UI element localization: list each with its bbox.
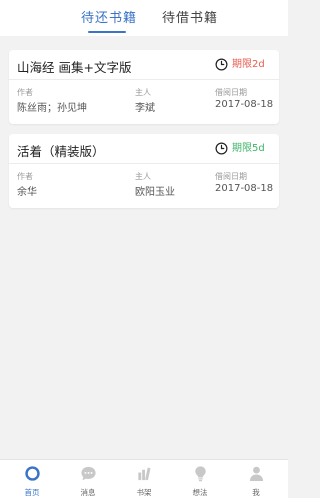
active-tab-indicator [88,31,126,33]
nav-item-messages[interactable]: 消息 [68,460,108,498]
owner-value: 李斌 [135,103,155,114]
clock-icon [215,58,228,71]
author-value: 余华 [17,187,37,198]
card-divider [9,79,279,80]
borrow-date-label: 借阅日期 [215,88,247,97]
nav-label: 我 [252,488,260,497]
nav-label: 首页 [24,488,40,497]
due-badge: 期限2d [232,59,265,70]
nav-label: 想法 [192,488,208,497]
top-tab-bar: 待还书籍 待借书籍 [0,0,288,36]
owner-value: 欧阳玉业 [135,187,175,198]
nav-label: 书架 [136,488,152,497]
borrow-date-label: 借阅日期 [215,172,247,181]
user-icon [249,466,264,482]
nav-item-bookshelf[interactable]: 书架 [124,460,164,498]
nav-item-ideas[interactable]: 想法 [180,460,220,498]
borrow-date-value: 2017-08-18 [215,183,274,194]
owner-label: 主人 [135,172,151,181]
due-badge: 期限5d [232,143,265,154]
chat-bubble-icon [81,466,96,481]
book-card[interactable]: 山海经 画集+文字版 期限2d 作者 陈丝雨；孙见坤 主人 李斌 借阅日期 20… [9,50,279,124]
nav-item-home[interactable]: 首页 [12,460,52,498]
clock-icon [215,142,228,155]
author-label: 作者 [17,172,33,181]
book-title: 活着（精装版） [17,144,105,159]
lightbulb-icon [195,466,206,482]
bookshelf-icon [138,467,151,481]
book-card[interactable]: 活着（精装版） 期限5d 作者 余华 主人 欧阳玉业 借阅日期 2017-08-… [9,134,279,208]
author-label: 作者 [17,88,33,97]
nav-label: 消息 [80,488,96,497]
nav-item-me[interactable]: 我 [236,460,276,498]
owner-label: 主人 [135,88,151,97]
card-divider [9,163,279,164]
author-value: 陈丝雨；孙见坤 [17,103,87,114]
bottom-nav-bar: 首页 消息 书架 想法 我 [0,459,288,498]
tab-pending-return[interactable]: 待还书籍 [81,11,137,26]
tab-pending-borrow[interactable]: 待借书籍 [162,11,218,26]
book-title: 山海经 画集+文字版 [17,60,132,75]
borrow-date-value: 2017-08-18 [215,99,274,110]
home-ring-icon [25,466,40,481]
